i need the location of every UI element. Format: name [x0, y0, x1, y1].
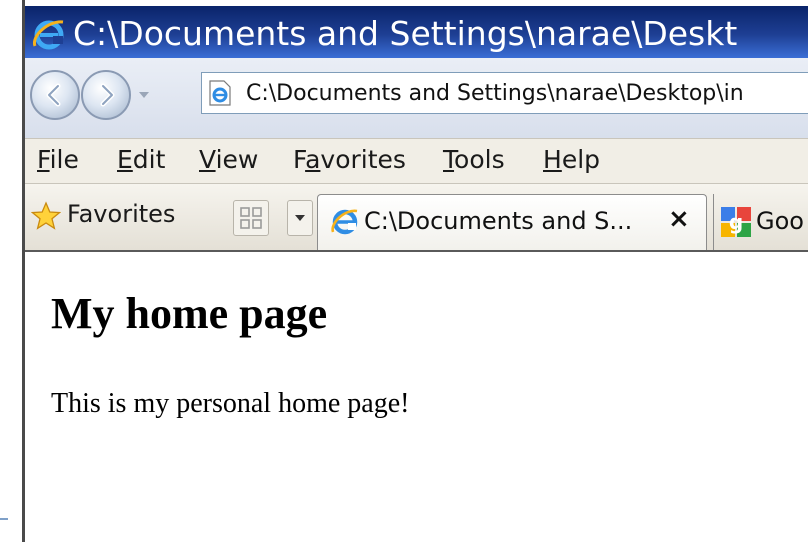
menu-favorites[interactable]: Favorites — [293, 145, 406, 174]
address-input[interactable]: C:\Documents and Settings\narae\Desktop\… — [246, 81, 744, 106]
menu-help[interactable]: Help — [543, 145, 600, 174]
internet-explorer-icon — [331, 209, 358, 235]
tab-google[interactable]: g Goo — [713, 194, 808, 250]
tab-current-page[interactable]: C:\Documents and S... × — [317, 194, 707, 250]
page-ie-icon — [209, 80, 231, 106]
favorites-label: Favorites — [67, 200, 176, 228]
tab-list-button[interactable] — [287, 200, 313, 236]
star-icon — [31, 201, 61, 230]
google-tab-title: Goo — [756, 207, 804, 235]
favorites-bar: Favorites C:\Documents and S... × g Goo — [25, 184, 808, 252]
close-tab-button[interactable]: × — [668, 204, 690, 234]
forward-button[interactable] — [81, 70, 131, 120]
internet-explorer-icon — [32, 20, 64, 50]
chevron-down-icon — [295, 215, 305, 221]
quick-tabs-icon — [240, 207, 262, 229]
tab-title: C:\Documents and S... — [364, 207, 633, 235]
svg-text:g: g — [729, 210, 743, 234]
title-bar[interactable]: C:\Documents and Settings\narae\Deskt — [25, 6, 808, 58]
page-content: My home page This is my personal home pa… — [25, 252, 808, 542]
menu-file[interactable]: File — [37, 145, 79, 174]
window-title: C:\Documents and Settings\narae\Deskt — [73, 14, 738, 53]
menu-bar: File Edit View Favorites Tools Help — [25, 138, 808, 184]
page-heading: My home page — [51, 289, 328, 338]
menu-view[interactable]: View — [199, 145, 258, 174]
address-bar[interactable]: C:\Documents and Settings\narae\Desktop\… — [201, 72, 808, 114]
google-icon: g — [721, 207, 751, 237]
browser-window: C:\Documents and Settings\narae\Deskt C: — [22, 0, 808, 542]
forward-arrow-icon — [100, 83, 115, 107]
quick-tabs-button[interactable] — [233, 200, 269, 236]
desktop-edge-mark — [0, 518, 8, 520]
recent-pages-dropdown[interactable] — [137, 88, 151, 102]
menu-edit[interactable]: Edit — [117, 145, 165, 174]
back-arrow-icon — [46, 83, 61, 107]
page-paragraph: This is my personal home page! — [51, 388, 410, 419]
navigation-bar: C:\Documents and Settings\narae\Desktop\… — [25, 58, 808, 138]
back-button[interactable] — [30, 70, 80, 120]
menu-tools[interactable]: Tools — [443, 145, 505, 174]
